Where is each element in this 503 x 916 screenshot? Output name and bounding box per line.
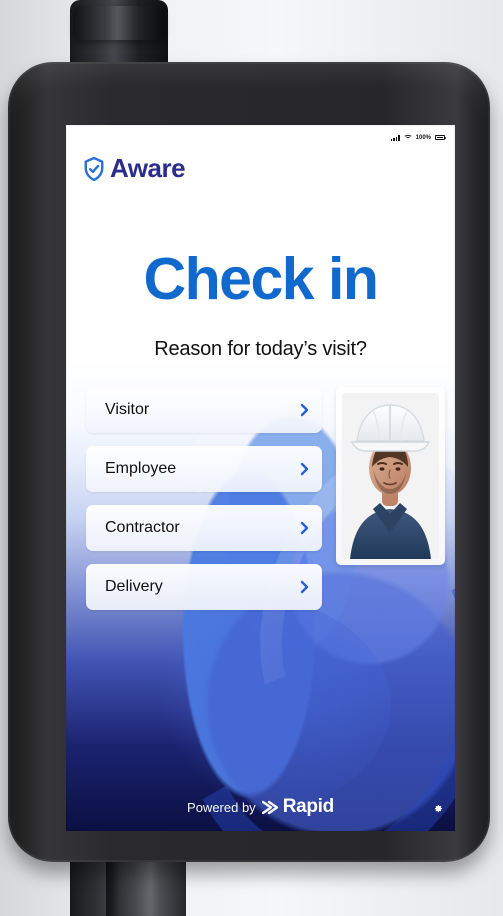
brand-logo: Aware bbox=[83, 153, 186, 184]
option-label: Delivery bbox=[105, 578, 163, 595]
page-title: Check in bbox=[143, 246, 379, 312]
background-swirl bbox=[91, 595, 391, 815]
visit-reason-prompt: Reason for today’s visit? bbox=[154, 338, 367, 360]
wifi-icon bbox=[404, 135, 412, 141]
chevron-right-icon bbox=[300, 580, 309, 594]
delivery-option-button[interactable]: Delivery bbox=[86, 564, 322, 610]
visitor-option-button[interactable]: Visitor bbox=[86, 387, 322, 433]
visit-options: Visitor Employee Contractor Delivery bbox=[86, 387, 322, 623]
option-label: Employee bbox=[105, 460, 177, 477]
worker-portrait bbox=[342, 393, 439, 559]
option-label: Visitor bbox=[105, 401, 150, 418]
kiosk-scene: 100% Aware Check in Reason for today’s v… bbox=[0, 0, 503, 916]
employee-option-button[interactable]: Employee bbox=[86, 446, 322, 492]
gear-icon[interactable] bbox=[434, 804, 443, 813]
powered-by-label: Powered by bbox=[187, 799, 256, 815]
checkin-screen: 100% Aware Check in Reason for today’s v… bbox=[66, 125, 455, 831]
option-label: Contractor bbox=[105, 519, 180, 536]
battery-icon bbox=[435, 135, 446, 140]
pole-cap bbox=[73, 6, 165, 40]
chevron-right-icon bbox=[300, 521, 309, 535]
rapid-logo-icon bbox=[261, 800, 278, 814]
shield-check-icon bbox=[84, 156, 104, 181]
signal-icon bbox=[390, 134, 400, 141]
footer: Powered by Rapid bbox=[66, 796, 455, 818]
battery-percentage: 100% bbox=[415, 134, 431, 141]
rapid-logo: Rapid bbox=[261, 796, 335, 818]
contractor-option-button[interactable]: Contractor bbox=[86, 505, 322, 551]
brand-name: Aware bbox=[110, 153, 186, 183]
rapid-brand-text: Rapid bbox=[282, 796, 335, 817]
profile-photo-frame bbox=[336, 387, 445, 565]
chevron-right-icon bbox=[300, 403, 309, 417]
chevron-right-icon bbox=[300, 462, 309, 476]
status-bar: 100% bbox=[390, 134, 446, 141]
profile-photo bbox=[342, 393, 439, 559]
